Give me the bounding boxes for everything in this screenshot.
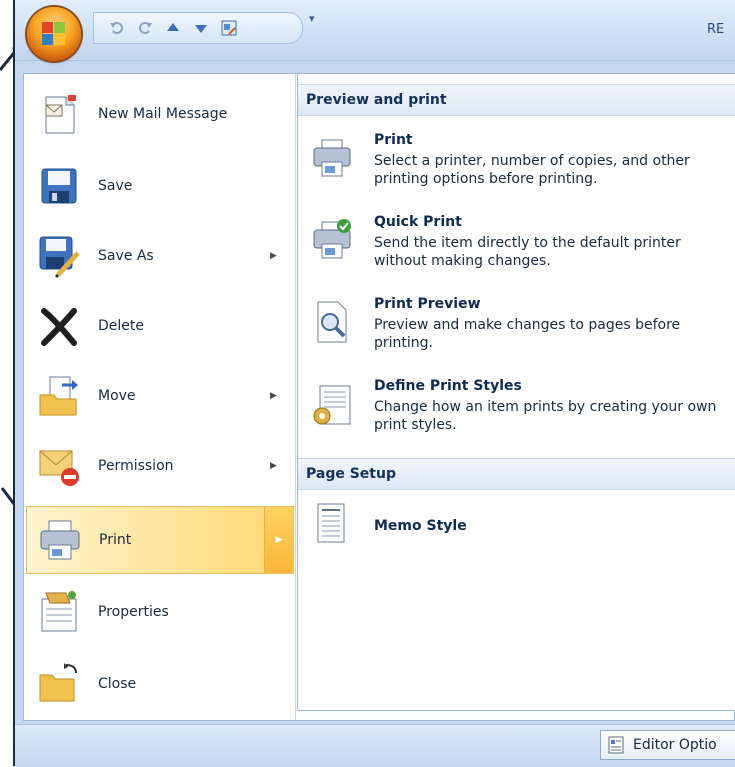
print-styles-icon (313, 385, 351, 425)
menu-command-list: New Mail Message Save Save As ▶ Delete M… (24, 74, 296, 720)
permission-icon (39, 450, 79, 486)
submenu-item-title: Print Preview (374, 296, 481, 312)
move-icon (39, 376, 78, 416)
submenu-item-title: Define Print Styles (374, 378, 522, 394)
office-button[interactable] (27, 7, 81, 61)
submenu-item-title: Print (374, 132, 413, 148)
save-icon (41, 168, 77, 204)
section-heading-page-setup: Page Setup (298, 458, 735, 490)
submenu-arrow-icon: ▶ (270, 251, 277, 261)
quick-access-toolbar (93, 12, 303, 44)
window-title: RE (707, 22, 725, 37)
submenu-item-print[interactable]: Print Select a printer, number of copies… (298, 132, 735, 202)
submenu-item-quick-print[interactable]: Quick Print Send the item directly to th… (298, 214, 735, 284)
submenu-item-print-preview[interactable]: Print Preview Preview and make changes t… (298, 296, 735, 366)
print-preview-icon (317, 301, 347, 343)
menu-item-permission[interactable]: Permission ▶ (26, 432, 294, 500)
menu-item-move[interactable]: Move ▶ (26, 362, 294, 430)
close-folder-icon (39, 663, 77, 702)
menu-item-label: Print (99, 532, 132, 548)
menu-item-label: Save (98, 178, 133, 194)
menu-item-label: Move (98, 388, 136, 404)
print-icon (40, 520, 80, 560)
menu-item-new-mail-message[interactable]: New Mail Message (26, 80, 294, 148)
save-as-icon (39, 236, 80, 279)
print-submenu-panel: Preview and print Print Select a printer… (297, 74, 735, 711)
printer-icon (313, 139, 351, 177)
menu-item-save[interactable]: Save (26, 152, 294, 220)
menu-item-label: Save As (98, 248, 154, 264)
submenu-item-description: Select a printer, number of copies, and … (374, 153, 690, 187)
menu-footer-bar: Editor Optio (15, 724, 735, 767)
delete-icon (41, 308, 77, 346)
office-menu: New Mail Message Save Save As ▶ Delete M… (23, 73, 735, 721)
format-icon[interactable] (218, 17, 240, 39)
menu-item-print[interactable]: Print ▶ (26, 506, 294, 574)
new-mail-icon (45, 95, 76, 134)
quick-access-dropdown[interactable]: ▾ (309, 12, 323, 26)
down-arrow-icon[interactable] (190, 17, 212, 39)
undo-icon[interactable] (106, 17, 128, 39)
menu-item-properties[interactable]: Properties (26, 578, 294, 646)
editor-options-button[interactable]: Editor Optio (600, 730, 735, 760)
submenu-item-description: Send the item directly to the default pr… (374, 235, 681, 269)
menu-item-label: Properties (98, 604, 169, 620)
submenu-arrow-icon: ▶ (270, 391, 277, 401)
menu-item-label: Close (98, 676, 137, 692)
menu-item-label: New Mail Message (98, 106, 228, 122)
submenu-item-title: Quick Print (374, 214, 462, 230)
menu-item-delete[interactable]: Delete (26, 292, 294, 360)
submenu-item-title: Memo Style (374, 518, 467, 534)
title-bar: ▾ RE (15, 0, 735, 61)
outlook-window: ▾ RE New Mail Message Save Save As ▶ Del… (13, 0, 735, 767)
submenu-item-define-print-styles[interactable]: Define Print Styles Change how an item p… (298, 378, 735, 448)
submenu-item-description: Preview and make changes to pages before… (374, 317, 681, 351)
editor-options-label: Editor Optio (633, 737, 717, 753)
menu-divider (295, 74, 296, 720)
submenu-item-memo-style[interactable]: Memo Style (298, 503, 735, 554)
menu-item-label: Delete (98, 318, 144, 334)
menu-item-close[interactable]: Close (26, 650, 294, 718)
menu-item-save-as[interactable]: Save As ▶ (26, 222, 294, 290)
properties-icon (41, 591, 77, 632)
office-logo-icon (42, 22, 65, 45)
memo-style-icon (317, 503, 345, 543)
submenu-arrow-icon: ▶ (270, 461, 277, 471)
redo-icon[interactable] (134, 17, 156, 39)
up-arrow-icon[interactable] (162, 17, 184, 39)
submenu-item-description: Change how an item prints by creating yo… (374, 399, 717, 433)
section-heading-preview-and-print: Preview and print (298, 84, 735, 116)
quick-print-icon (313, 219, 351, 259)
editor-options-icon (608, 736, 624, 754)
submenu-arrow-icon[interactable]: ▶ (264, 507, 293, 573)
menu-item-label: Permission (98, 458, 174, 474)
